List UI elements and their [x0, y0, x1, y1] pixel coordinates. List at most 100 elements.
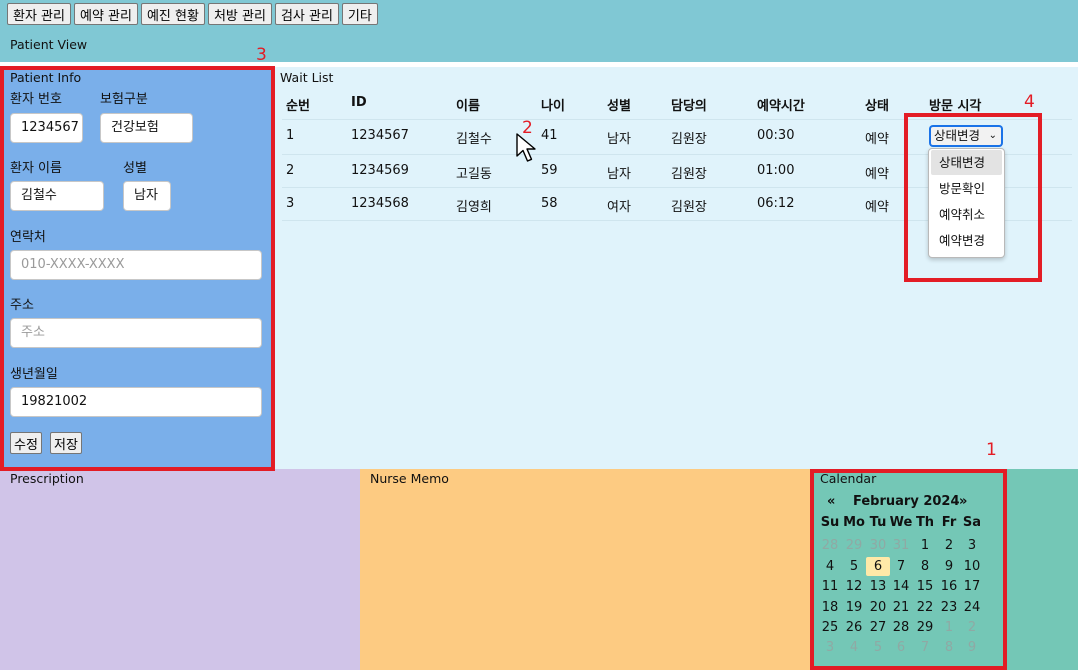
- cell-status: 예약: [865, 132, 889, 147]
- calendar-day[interactable]: 2: [960, 618, 984, 637]
- calendar-day[interactable]: 13: [866, 577, 890, 596]
- menu-etc[interactable]: 기타: [341, 3, 378, 25]
- calendar-day[interactable]: 18: [818, 598, 842, 617]
- calendar-day[interactable]: 7: [913, 638, 937, 657]
- status-change-select[interactable]: 상태변경 ⌄: [930, 126, 1002, 146]
- wait-list-title: Wait List: [280, 70, 334, 85]
- patient-info-panel: Patient Info 환자 번호 보험구분 1234567 건강보험 환자 …: [0, 67, 274, 469]
- birth-field[interactable]: 19821002: [10, 387, 262, 417]
- calendar-day[interactable]: 28: [818, 536, 842, 555]
- view-title: Patient View: [10, 37, 88, 52]
- calendar-day[interactable]: 16: [937, 577, 961, 596]
- calendar-day[interactable]: 20: [866, 598, 890, 617]
- calendar-day[interactable]: 24: [960, 598, 984, 617]
- annotation-number-3: 3: [256, 45, 267, 65]
- calendar-day[interactable]: 22: [913, 598, 937, 617]
- calendar-day[interactable]: 11: [818, 577, 842, 596]
- name-label: 환자 이름: [10, 161, 62, 176]
- birth-label: 생년월일: [10, 367, 58, 382]
- calendar-panel: Calendar « February 2024 » Su Mo Tu We Th Fr S…: [810, 469, 1078, 670]
- insurance-field[interactable]: 건강보험: [100, 113, 193, 143]
- address-field[interactable]: 주소: [10, 318, 262, 348]
- calendar-day[interactable]: 6: [889, 638, 913, 657]
- cell-name: 김철수: [456, 132, 492, 147]
- calendar-day[interactable]: 29: [842, 536, 866, 555]
- calendar-day[interactable]: 30: [866, 536, 890, 555]
- calendar-day[interactable]: 14: [889, 577, 913, 596]
- col-header-time: 예약시간: [757, 99, 805, 114]
- col-header-visit-time: 방문 시각: [929, 99, 982, 114]
- status-option-cancel[interactable]: 예약취소: [931, 202, 1002, 227]
- calendar-day[interactable]: 23: [937, 598, 961, 617]
- nurse-memo-title: Nurse Memo: [370, 471, 449, 486]
- calendar-day[interactable]: 9: [960, 638, 984, 657]
- calendar-day[interactable]: 1: [913, 536, 937, 555]
- calendar-day[interactable]: 10: [960, 557, 984, 576]
- col-header-no: 순번: [286, 99, 310, 114]
- calendar-day[interactable]: 29: [913, 618, 937, 637]
- main-menu: 환자 관리 예약 관리 예진 현황 처방 관리 검사 관리 기타: [7, 3, 378, 25]
- status-option-reschedule[interactable]: 예약변경: [931, 228, 1002, 253]
- calendar-dow-su: Su: [820, 515, 840, 530]
- calendar-day[interactable]: 4: [818, 557, 842, 576]
- menu-prescription-management[interactable]: 처방 관리: [207, 3, 272, 25]
- calendar-day[interactable]: 27: [866, 618, 890, 637]
- col-header-name: 이름: [456, 99, 480, 114]
- annotation-number-1: 1: [986, 440, 997, 460]
- save-button[interactable]: 저장: [50, 432, 82, 454]
- col-header-doctor: 담당의: [671, 99, 707, 114]
- calendar-day[interactable]: 3: [960, 536, 984, 555]
- cell-id: 1234569: [351, 163, 409, 178]
- menu-patient-management[interactable]: 환자 관리: [7, 3, 71, 25]
- chevron-down-icon: ⌄: [988, 130, 997, 141]
- menu-reservation-management[interactable]: 예약 관리: [73, 3, 138, 25]
- calendar-day[interactable]: 5: [866, 638, 890, 657]
- contact-field[interactable]: 010-XXXX-XXXX: [10, 250, 262, 280]
- cell-time: 06:12: [757, 196, 795, 211]
- calendar-day[interactable]: 9: [937, 557, 961, 576]
- calendar-day[interactable]: 2: [937, 536, 961, 555]
- calendar-next-button[interactable]: »: [959, 494, 967, 509]
- calendar-dow-fr: Fr: [941, 515, 957, 530]
- calendar-day[interactable]: 1: [937, 618, 961, 637]
- calendar-day[interactable]: 4: [842, 638, 866, 657]
- menu-test-management[interactable]: 검사 관리: [274, 3, 339, 25]
- calendar-day[interactable]: 5: [842, 557, 866, 576]
- status-dropdown-menu: 상태변경 방문확인 예약취소 예약변경: [928, 148, 1005, 258]
- contact-label: 연락처: [10, 230, 46, 245]
- patient-no-label: 환자 번호: [10, 92, 62, 107]
- cell-no: 1: [286, 128, 295, 143]
- top-bar: 환자 관리 예약 관리 예진 현황 처방 관리 검사 관리 기타 Patient…: [0, 0, 1078, 62]
- col-header-gender: 성별: [607, 99, 631, 114]
- status-option-visit-confirm[interactable]: 방문확인: [931, 176, 1002, 201]
- calendar-day[interactable]: 7: [889, 557, 913, 576]
- calendar-day[interactable]: 26: [842, 618, 866, 637]
- calendar-day[interactable]: 8: [913, 557, 937, 576]
- name-field[interactable]: 김철수: [10, 181, 104, 211]
- calendar-day[interactable]: 17: [960, 577, 984, 596]
- calendar-day[interactable]: 19: [842, 598, 866, 617]
- gender-field[interactable]: 남자: [123, 181, 171, 211]
- calendar-dow-mo: Mo: [843, 515, 865, 530]
- calendar-day[interactable]: 6: [866, 557, 890, 576]
- col-header-status: 상태: [865, 99, 889, 114]
- calendar-day[interactable]: 15: [913, 577, 937, 596]
- col-header-age: 나이: [541, 99, 565, 114]
- cell-gender: 남자: [607, 167, 631, 182]
- calendar-day[interactable]: 8: [937, 638, 961, 657]
- calendar-day[interactable]: 21: [889, 598, 913, 617]
- status-option-change[interactable]: 상태변경: [931, 150, 1002, 175]
- calendar-prev-button[interactable]: «: [827, 494, 835, 509]
- col-header-id: ID: [351, 95, 367, 110]
- calendar-day[interactable]: 28: [889, 618, 913, 637]
- calendar-day[interactable]: 3: [818, 638, 842, 657]
- calendar-day[interactable]: 12: [842, 577, 866, 596]
- prescription-panel: Prescription: [0, 469, 360, 670]
- cell-time: 01:00: [757, 163, 795, 178]
- calendar-day[interactable]: 31: [889, 536, 913, 555]
- edit-button[interactable]: 수정: [10, 432, 42, 454]
- patient-no-field[interactable]: 1234567: [10, 113, 83, 143]
- gender-label: 성별: [123, 161, 147, 176]
- menu-pre-exam-status[interactable]: 예진 현황: [140, 3, 205, 25]
- calendar-day[interactable]: 25: [818, 618, 842, 637]
